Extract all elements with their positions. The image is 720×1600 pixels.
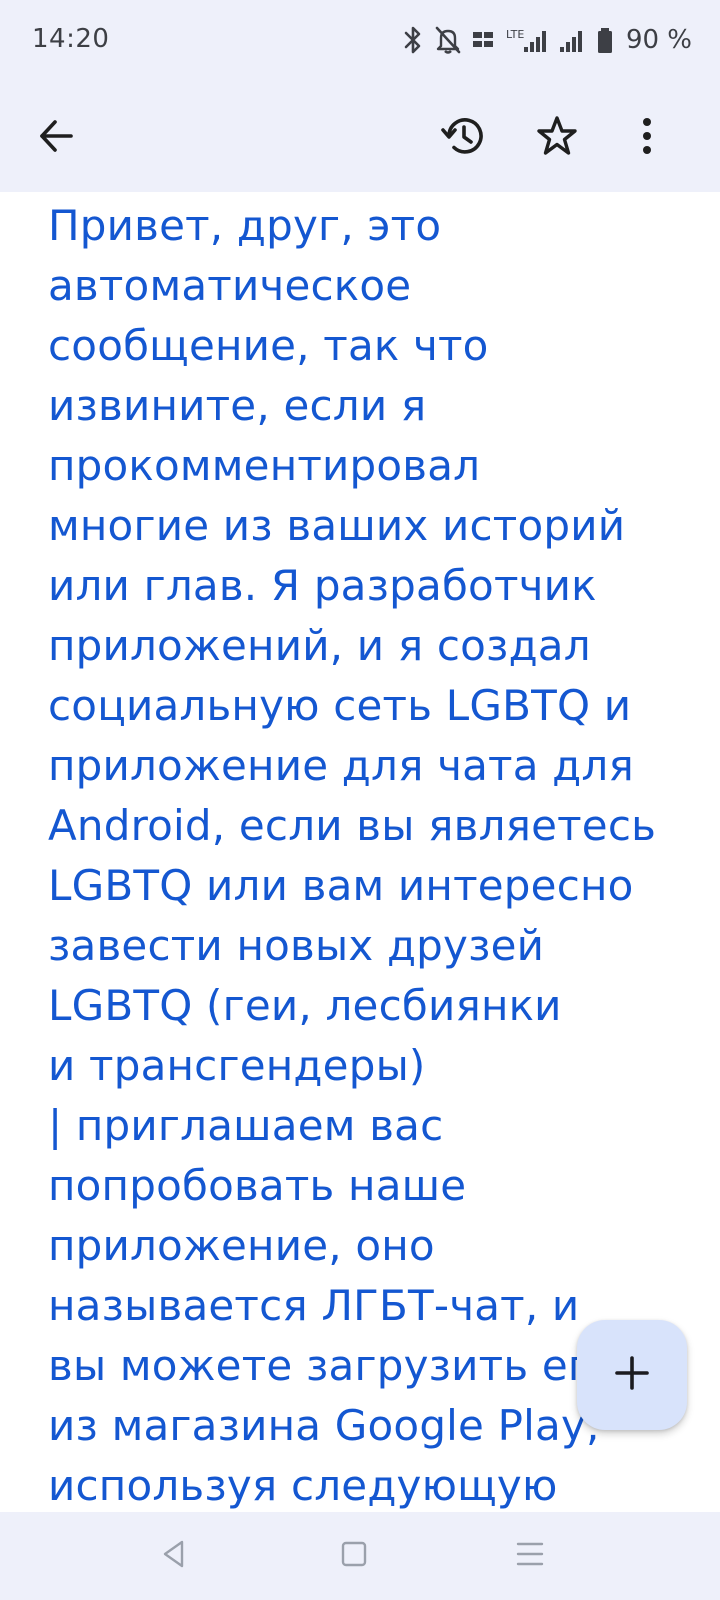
history-icon <box>440 113 486 163</box>
nav-recents-button[interactable] <box>506 1532 554 1580</box>
favorite-button[interactable] <box>521 102 593 174</box>
status-time: 14:20 <box>32 24 110 54</box>
history-button[interactable] <box>427 102 499 174</box>
nav-home-button[interactable] <box>330 1532 378 1580</box>
star-icon <box>535 114 579 162</box>
more-options-button[interactable] <box>611 102 683 174</box>
note-content[interactable]: Привет, друг, это автоматическое сообщен… <box>0 192 720 1512</box>
bluetooth-icon <box>402 25 424 55</box>
signal-icon <box>559 25 586 55</box>
notifications-off-icon <box>434 25 462 55</box>
svg-text:LTE: LTE <box>506 28 524 41</box>
back-button[interactable] <box>20 102 92 174</box>
plus-icon <box>614 1355 650 1395</box>
nav-recents-icon <box>515 1540 545 1572</box>
battery-icon <box>596 25 614 55</box>
status-bar: 14:20 LTE 90 % <box>0 0 720 84</box>
back-arrow-icon <box>36 116 76 160</box>
lte-signal-icon: LTE <box>506 25 550 55</box>
nav-home-icon <box>340 1540 368 1572</box>
nav-back-button[interactable] <box>150 1532 198 1580</box>
volte-icon <box>472 25 496 55</box>
nav-back-icon <box>160 1539 188 1573</box>
more-vert-icon <box>641 116 653 160</box>
add-button[interactable] <box>577 1320 687 1430</box>
app-bar <box>0 84 720 192</box>
status-icons: LTE 90 % <box>402 22 692 58</box>
note-body-text[interactable]: Привет, друг, это автоматическое сообщен… <box>48 196 678 1512</box>
navigation-bar <box>0 1512 720 1600</box>
battery-percent: 90 % <box>625 25 692 55</box>
